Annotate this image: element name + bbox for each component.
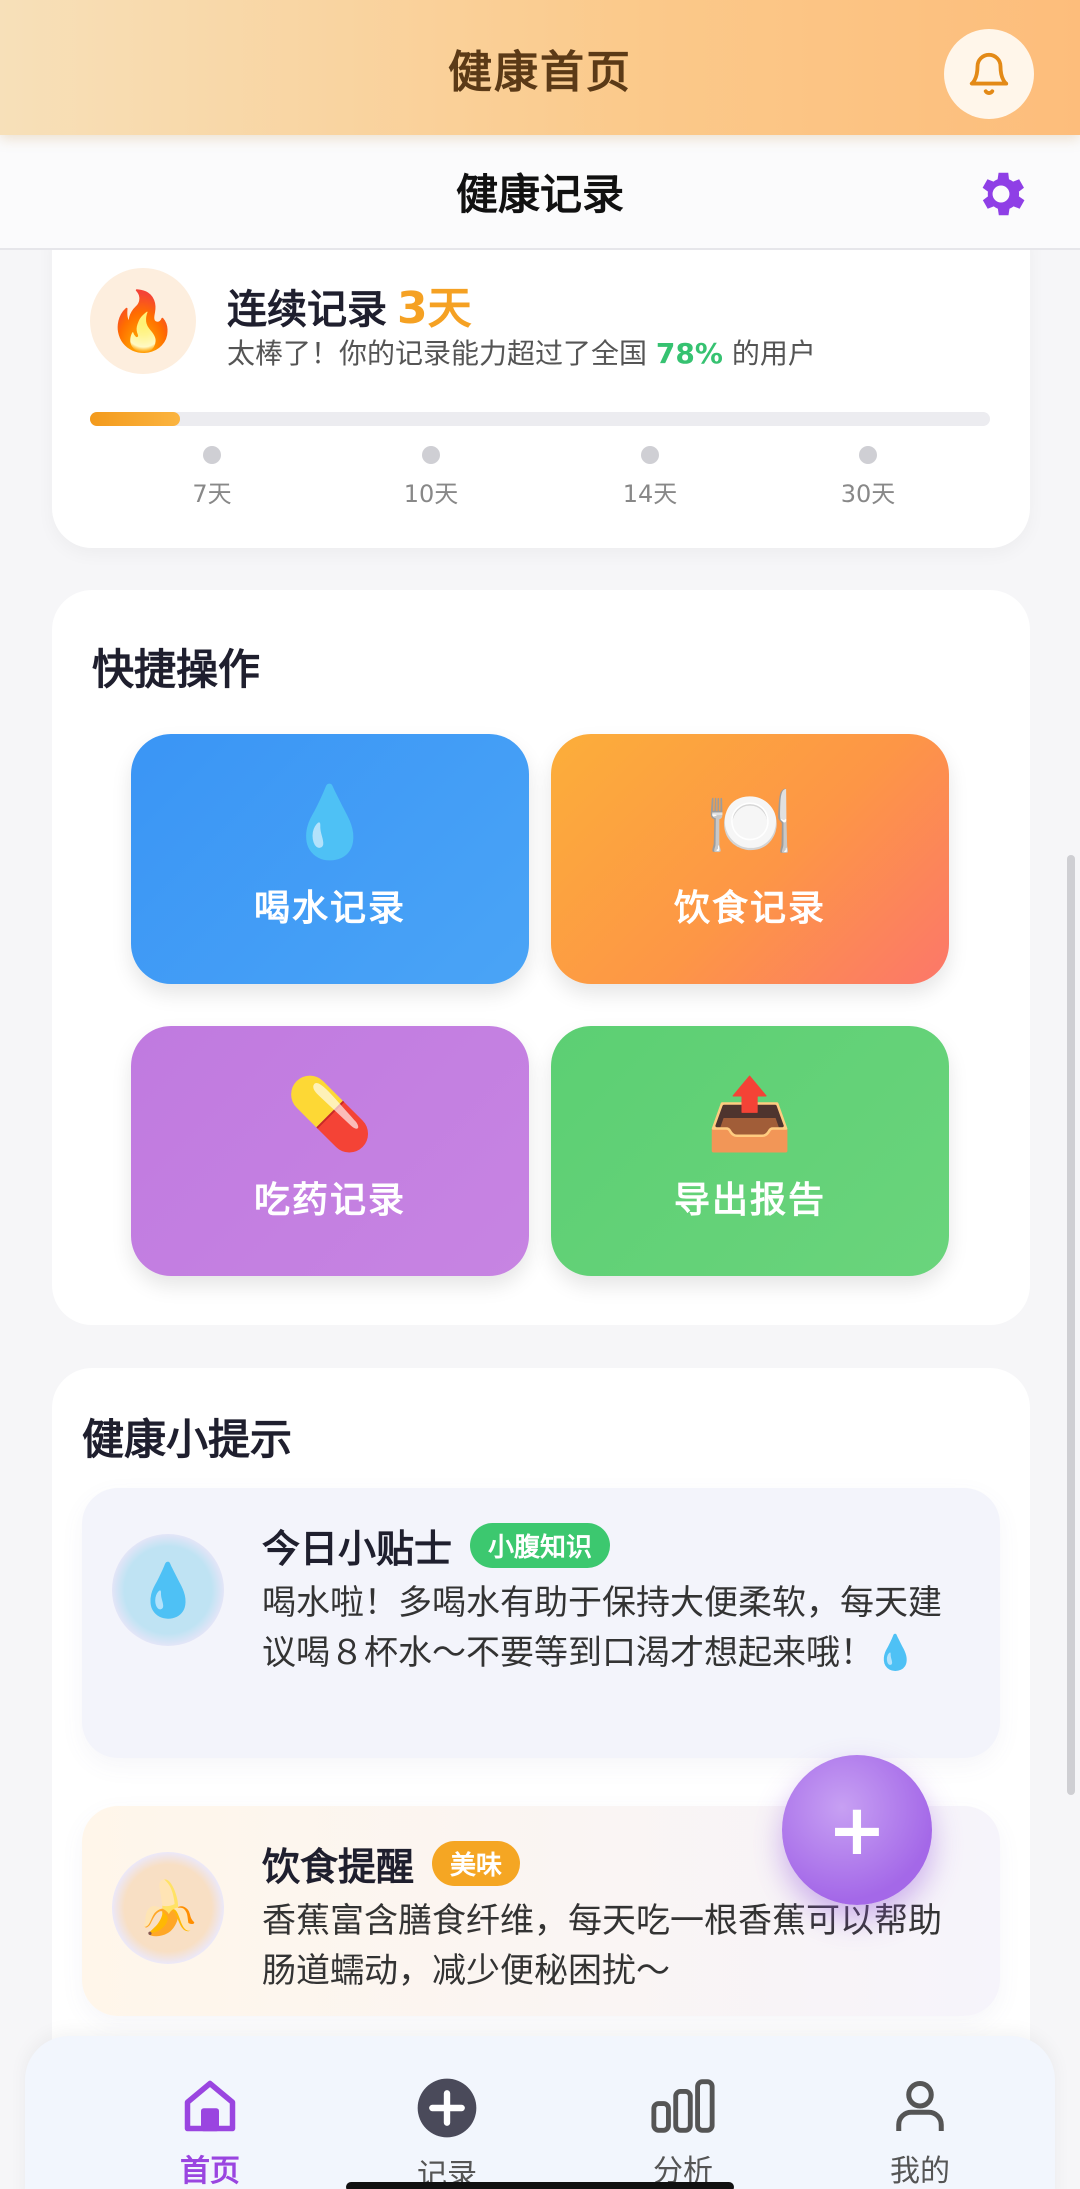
water-record-button[interactable]: 💧 喝水记录 [131, 734, 529, 984]
food-record-label: 饮食记录 [673, 888, 826, 929]
quick-actions-title: 快捷操作 [92, 645, 261, 694]
settings-button[interactable] [970, 163, 1032, 225]
milestone-label: 30天 [840, 480, 896, 508]
nav-item-record[interactable]: 记录 [377, 2076, 517, 2189]
milestone-dot [641, 446, 659, 464]
milestone-dot [859, 446, 877, 464]
fire-icon: 🔥 [90, 268, 196, 374]
tip-title-row: 饮食提醒 美味 [262, 1836, 521, 1891]
tip-title-row: 今日小贴士 小腹知识 [262, 1518, 611, 1573]
home-indicator [346, 2182, 734, 2189]
banana-icon: 🍌 [112, 1852, 224, 1964]
tip-tag: 小腹知识 [470, 1523, 611, 1568]
nav-item-home[interactable]: 首页 [140, 2076, 280, 2189]
tip-title: 饮食提醒 [262, 1845, 415, 1889]
export-report-button[interactable]: 📤 导出报告 [551, 1026, 949, 1276]
milestone-14: 14天 [610, 446, 690, 509]
nav-item-profile[interactable]: 我的 [850, 2076, 990, 2189]
milestone-dot [203, 446, 221, 464]
tip-text: 香蕉富含膳食纤维，每天吃一根香蕉可以帮助肠道蠕动，减少便秘困扰～ [262, 1901, 942, 1991]
nav-item-analysis[interactable]: 分析 [613, 2076, 753, 2189]
nav-label-home: 首页 [180, 2154, 240, 2189]
streak-percent: 78% [655, 337, 723, 370]
streak-progress-fill [90, 412, 180, 426]
milestone-label: 14天 [622, 480, 678, 508]
outbox-icon: 📤 [706, 1073, 794, 1155]
water-record-label: 喝水记录 [253, 888, 406, 929]
milestone-label: 10天 [403, 480, 459, 508]
milestone-7: 7天 [172, 446, 252, 509]
milestone-dot [422, 446, 440, 464]
medicine-record-button[interactable]: 💊 吃药记录 [131, 1026, 529, 1276]
streak-days: 3天 [397, 283, 472, 334]
plus-circle-icon [417, 2078, 477, 2138]
streak-heading: 连续记录 3天 [227, 272, 472, 336]
section-header-title: 健康记录 [455, 170, 624, 219]
bar-chart-icon [651, 2079, 715, 2133]
milestone-30: 30天 [828, 446, 908, 509]
bell-icon [969, 53, 1009, 95]
tip-title: 今日小贴士 [262, 1527, 453, 1571]
streak-title: 连续记录 [227, 287, 387, 333]
page-title: 健康首页 [448, 46, 632, 98]
streak-sub-prefix: 太棒了！你的记录能力超过了全国 [227, 337, 656, 370]
user-icon [896, 2081, 944, 2131]
top-header: 健康首页 [0, 0, 1080, 135]
milestone-10: 10天 [391, 446, 471, 509]
water-drop-icon: 💧 [286, 781, 374, 863]
nav-label-profile: 我的 [890, 2154, 950, 2189]
plate-icon: 🍽️ [706, 781, 794, 863]
plus-icon: + [827, 1789, 887, 1871]
tip-card-water[interactable]: 💧 今日小贴士 小腹知识 喝水啦！多喝水有助于保持大便柔软，每天建议喝８杯水～不… [82, 1488, 1000, 1758]
milestone-label: 7天 [192, 480, 232, 508]
add-record-fab[interactable]: + [782, 1755, 932, 1905]
tip-tag: 美味 [432, 1841, 521, 1886]
notification-button[interactable] [944, 29, 1034, 119]
health-tips-title: 健康小提示 [82, 1415, 293, 1464]
pill-icon: 💊 [286, 1073, 374, 1155]
streak-subtitle: 太棒了！你的记录能力超过了全国 78% 的用户 [227, 332, 816, 372]
tip-text: 喝水啦！多喝水有助于保持大便柔软，每天建议喝８杯水～不要等到口渴才想起来哦！💧 [262, 1583, 942, 1673]
streak-card: 🔥 连续记录 3天 太棒了！你的记录能力超过了全国 78% 的用户 7天 10天 … [52, 200, 1030, 548]
home-icon [184, 2080, 236, 2132]
export-report-label: 导出报告 [673, 1180, 826, 1221]
medicine-record-label: 吃药记录 [253, 1180, 406, 1221]
streak-progress-bar [90, 412, 990, 426]
bottom-nav: 首页 记录 分析 我的 [25, 2036, 1055, 2189]
water-drop-icon: 💧 [112, 1534, 224, 1646]
gear-icon [982, 172, 1025, 216]
sub-header: 健康记录 [0, 135, 1080, 250]
streak-sub-suffix: 的用户 [722, 337, 816, 370]
quick-actions-card: 快捷操作 💧 喝水记录 🍽️ 饮食记录 💊 吃药记录 📤 导出报告 [52, 590, 1030, 1325]
scrollbar[interactable] [1067, 855, 1075, 1795]
food-record-button[interactable]: 🍽️ 饮食记录 [551, 734, 949, 984]
